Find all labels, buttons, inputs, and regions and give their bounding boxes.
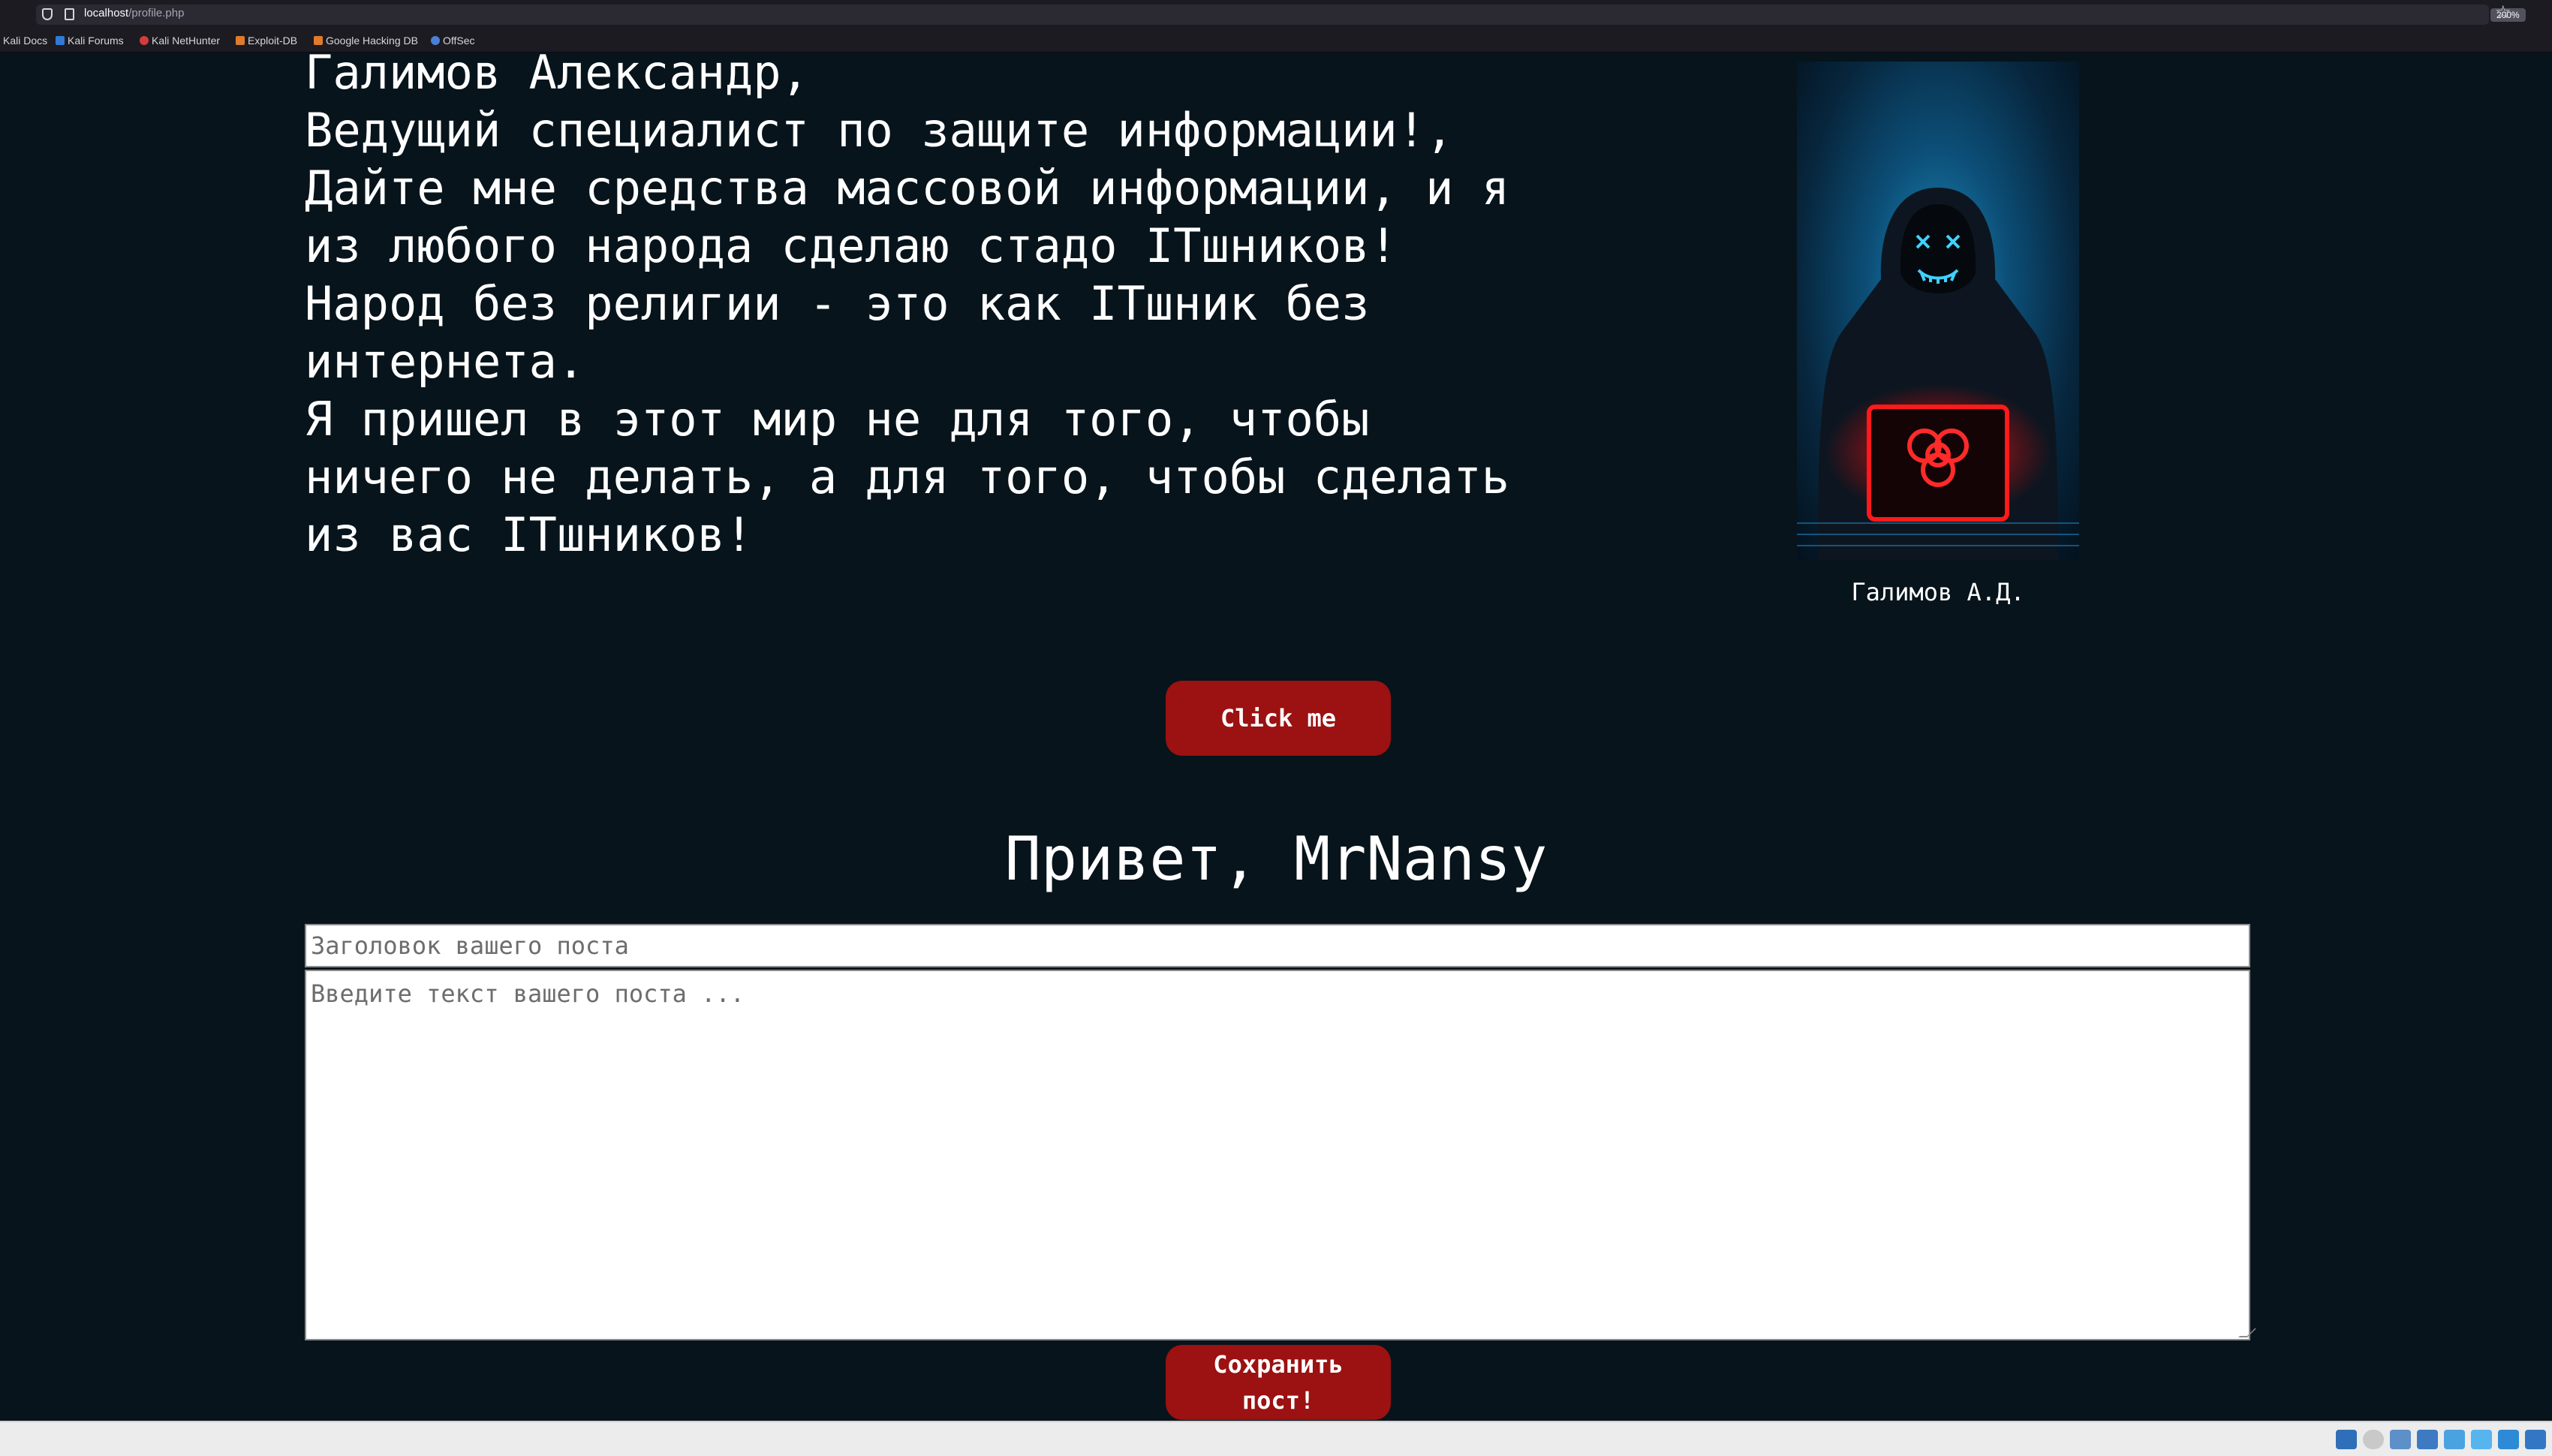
audio-icon[interactable] xyxy=(2390,1430,2411,1449)
address-bar[interactable]: localhost/profile.php 200% xyxy=(36,5,2526,25)
url-path: /profile.php xyxy=(128,7,185,20)
display-icon[interactable] xyxy=(2498,1430,2519,1449)
quote-line: Дайте мне средства массовой информации, … xyxy=(305,161,1510,215)
quote-line: из вас ITшников! xyxy=(305,507,754,562)
url-text[interactable]: localhost/profile.php xyxy=(84,7,184,20)
quote-line: Галимов Александр, xyxy=(305,45,809,100)
url-host: localhost xyxy=(84,7,129,20)
network-icon[interactable] xyxy=(2417,1430,2438,1449)
recording-icon[interactable] xyxy=(2525,1430,2546,1449)
page-icon xyxy=(65,8,74,20)
save-post-button[interactable]: Сохранить пост! xyxy=(1166,1345,1391,1420)
bookmark-kali-nethunter[interactable]: Kali NetHunter xyxy=(140,35,220,47)
quote-line: из любого народа сделаю стадо ITшников! xyxy=(305,218,1398,273)
kali-nethunter-favicon-icon xyxy=(140,36,149,45)
quote-line: Ведущий специалист по защите информации!… xyxy=(305,103,1454,158)
portrait-caption: Галимов А.Д. xyxy=(1851,578,2025,606)
usb-icon[interactable] xyxy=(2444,1430,2465,1449)
exploit-db-favicon-icon xyxy=(236,36,245,45)
quote-line: Народ без религии - это как ITшник без xyxy=(305,276,1370,331)
post-body-textarea[interactable] xyxy=(305,970,2250,1340)
bookmark-kali-forums[interactable]: Kali Forums xyxy=(56,35,124,47)
bookmark-exploit-db[interactable]: Exploit-DB xyxy=(236,35,297,47)
optical-drive-icon[interactable] xyxy=(2363,1430,2384,1449)
storage-icon[interactable] xyxy=(2336,1430,2357,1449)
profile-quote: Галимов Александр, Ведущий специалист по… xyxy=(305,44,1596,564)
bookmark-kali-docs[interactable]: Kali Docs xyxy=(3,35,47,47)
post-title-input[interactable] xyxy=(305,924,2250,967)
click-me-button[interactable]: Click me xyxy=(1166,681,1391,756)
vm-status-bar xyxy=(0,1421,2552,1456)
profile-portrait-image xyxy=(1797,62,2079,560)
kali-forums-favicon-icon xyxy=(56,36,65,45)
shared-folders-icon[interactable] xyxy=(2471,1430,2492,1449)
greeting-heading: Привет, MrNansy xyxy=(1004,824,1548,894)
save-button-label-line2: пост! xyxy=(1241,1386,1315,1415)
bookmark-star-icon[interactable]: ☆ xyxy=(2495,2,2511,23)
quote-line: интернета. xyxy=(305,334,585,389)
save-button-label-line1: Сохранить xyxy=(1213,1350,1344,1379)
browser-toolbar: localhost/profile.php 200% ☆ xyxy=(0,0,2552,29)
quote-line: Я пришел в этот мир не для того, чтобы xyxy=(305,392,1370,447)
shield-icon[interactable] xyxy=(42,8,53,20)
quote-line: ничего не делать, а для того, чтобы сдел… xyxy=(305,450,1510,504)
